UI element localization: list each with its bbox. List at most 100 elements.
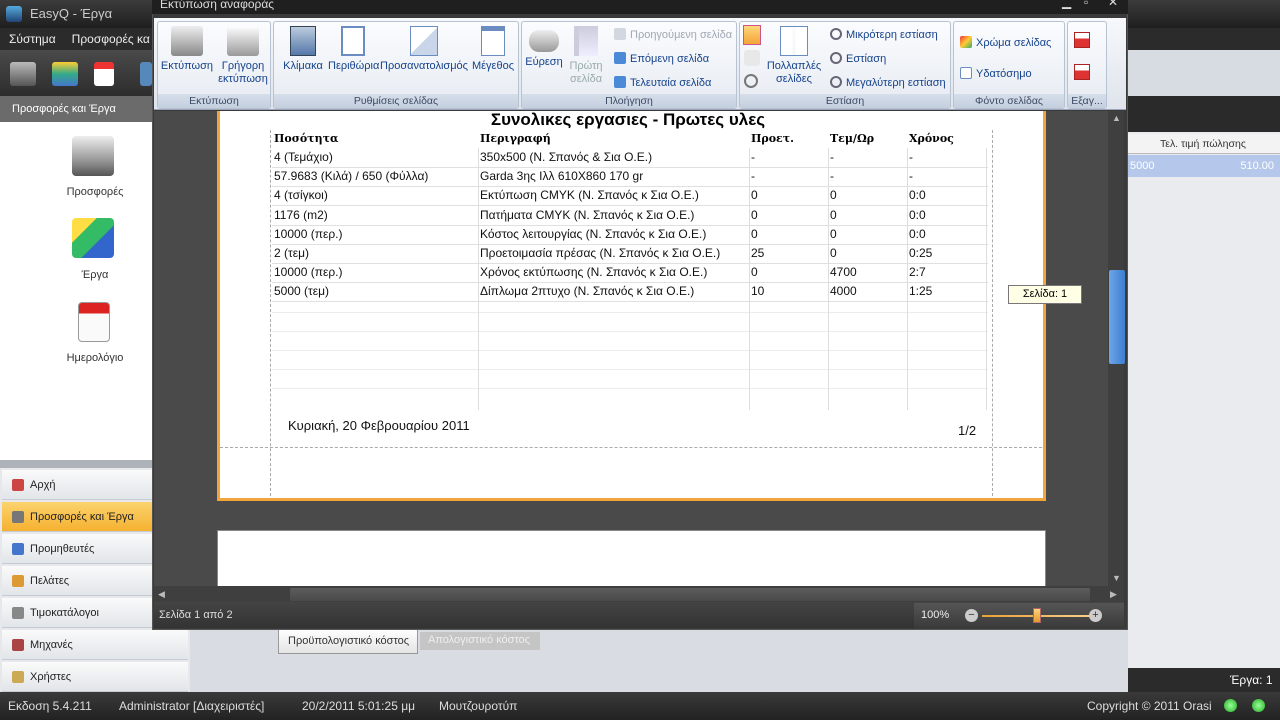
preview-window-title: Εκτύπωση αναφοράς ▁ ▫ ✕ — [152, 0, 1128, 14]
projects-icon[interactable] — [72, 218, 114, 258]
zoom-slider-thumb[interactable] — [1033, 608, 1041, 623]
tab-final-cost[interactable]: Απολογιστικό κόστος — [420, 632, 540, 650]
multiple-pages-button[interactable]: Πολλαπλές σελίδες — [764, 26, 824, 86]
cell-time: 0:0 — [909, 208, 926, 222]
status-user: Administrator [Διαχειριστές] — [119, 699, 265, 713]
cell-quantity: 2 (τεμ) — [274, 246, 310, 260]
grid-column-header[interactable]: Τελ. τιμή πώλησης — [1128, 134, 1280, 154]
user-icon[interactable] — [140, 62, 152, 86]
last-page-button[interactable]: Τελευταία σελίδα — [614, 76, 711, 89]
next-page-icon — [614, 52, 626, 64]
column-separator — [986, 148, 987, 410]
orientation-icon — [410, 26, 438, 56]
cell-quantity: 57.9683 (Κιλά) / 650 (Φύλλα) — [274, 169, 429, 183]
hand-tool-icon[interactable] — [744, 50, 760, 66]
scroll-right-icon[interactable]: ▶ — [1110, 589, 1117, 600]
orientation-button[interactable]: Προσανατολισμός — [380, 26, 468, 73]
row-separator — [272, 186, 988, 187]
pdf-email-icon[interactable] — [1074, 64, 1090, 80]
cell-time: 0:25 — [909, 246, 933, 260]
quick-print-button[interactable]: Γρήγορη εκτύπωση — [216, 26, 270, 86]
zoom-button[interactable]: Εστίαση — [830, 52, 886, 65]
scroll-up-icon[interactable]: ▲ — [1112, 113, 1121, 123]
tab-budget-cost[interactable]: Προϋπολογιστικό κόστος — [278, 628, 418, 654]
cell-quantity: 5000 (τεμ) — [274, 284, 330, 298]
pdf-export-icon[interactable] — [1074, 32, 1090, 48]
minimize-icon[interactable]: ▁ — [1062, 0, 1071, 8]
projects-icon[interactable] — [52, 62, 78, 86]
watermark-button[interactable]: Υδατόσημο — [960, 67, 1032, 80]
row-separator — [272, 263, 988, 264]
right-panel — [1128, 96, 1280, 692]
scale-button[interactable]: Κλίμακα — [280, 26, 326, 73]
margins-button[interactable]: Περιθώρια — [328, 26, 379, 73]
zoom-in-button[interactable]: Μεγαλύτερη εστίαση — [830, 76, 946, 89]
nav-button-users[interactable]: Χρήστες — [2, 662, 188, 692]
column-header-units-per-hour: Τεμ/Ωρ — [830, 132, 875, 145]
cell-setup: 0 — [751, 227, 758, 241]
grid-row[interactable]: 5000 510.00 — [1128, 155, 1280, 177]
scale-icon — [290, 26, 316, 56]
zoom-minus-icon[interactable]: − — [965, 609, 978, 622]
cell-units-per-hour: 0 — [830, 208, 837, 222]
scroll-left-icon[interactable]: ◀ — [158, 589, 165, 600]
printer-icon — [171, 26, 203, 56]
cash-register-icon[interactable] — [72, 136, 114, 176]
report-footer-page-number: 1/2 — [958, 423, 977, 438]
cell-quantity: 10000 (περ.) — [274, 265, 343, 279]
pointer-tool-icon[interactable] — [743, 25, 761, 45]
menu-item-system[interactable]: Σύστημα — [0, 28, 63, 46]
empty-row-separator — [272, 388, 988, 389]
size-button[interactable]: Μέγεθος — [470, 26, 516, 73]
maximize-icon[interactable]: ▫ — [1084, 0, 1088, 8]
pricelists-icon — [12, 607, 24, 619]
cell-quantity: 10000 (περ.) — [274, 227, 343, 241]
status-ok-icon — [1224, 699, 1237, 712]
first-page-button[interactable]: Πρώτη σελίδα — [566, 26, 606, 86]
cell-setup: - — [751, 169, 755, 183]
nav-offers-label[interactable]: Προσφορές — [40, 186, 150, 198]
zoom-out-button[interactable]: Μικρότερη εστίαση — [830, 28, 938, 41]
ribbon-group-page-setup: Κλίμακα Περιθώρια Προσανατολισμός Μέγεθο… — [273, 21, 519, 109]
machines-icon — [12, 639, 24, 651]
cell-time: 2:7 — [909, 265, 926, 279]
close-icon[interactable]: ✕ — [1108, 0, 1118, 8]
cell-setup: - — [751, 150, 755, 164]
row-separator — [272, 167, 988, 168]
status-copyright: Copyright © 2011 Orasi — [1087, 699, 1212, 713]
row-separator — [272, 225, 988, 226]
find-button[interactable]: Εύρεση — [524, 26, 564, 69]
nav-projects-label[interactable]: Έργα — [40, 269, 150, 281]
page-margin-guide — [270, 130, 271, 496]
horizontal-scroll-thumb[interactable] — [290, 588, 1090, 601]
customers-icon — [12, 575, 24, 587]
page-tooltip: Σελίδα: 1 — [1008, 285, 1082, 304]
quick-printer-icon — [227, 26, 259, 56]
cell-time: - — [909, 150, 913, 164]
calendar-icon[interactable] — [78, 302, 110, 342]
empty-row-separator — [272, 369, 988, 370]
page-size-icon — [481, 26, 505, 56]
magnifier-tool-icon[interactable] — [744, 74, 758, 88]
calendar-icon[interactable] — [94, 62, 114, 86]
menu-item-offers[interactable]: Προσφορές κα — [63, 28, 157, 46]
print-button[interactable]: Εκτύπωση — [160, 26, 214, 73]
scroll-down-icon[interactable]: ▼ — [1112, 573, 1121, 583]
empty-row-separator — [272, 331, 988, 332]
vertical-scroll-thumb[interactable] — [1109, 270, 1125, 364]
column-header-setup: Προετ. — [751, 132, 794, 145]
right-panel-header-band — [1128, 96, 1280, 132]
zoom-out-icon — [830, 28, 842, 40]
grid-cell-price: 510.00 — [1240, 160, 1274, 172]
next-page-button[interactable]: Επόμενη σελίδα — [614, 52, 709, 65]
users-icon — [12, 671, 24, 683]
nav-calendar-label[interactable]: Ημερολόγιο — [40, 352, 150, 364]
cell-setup: 0 — [751, 208, 758, 222]
cash-register-icon[interactable] — [10, 62, 36, 86]
previous-page-button[interactable]: Προηγούμενη σελίδα — [614, 28, 732, 41]
nav-button-machines[interactable]: Μηχανές — [2, 630, 188, 660]
app-logo-icon — [6, 6, 22, 22]
page-color-button[interactable]: Χρώμα σελίδας — [960, 36, 1051, 49]
zoom-plus-icon[interactable]: + — [1089, 609, 1102, 622]
status-company: Μουτζουροτύπ — [439, 699, 518, 713]
